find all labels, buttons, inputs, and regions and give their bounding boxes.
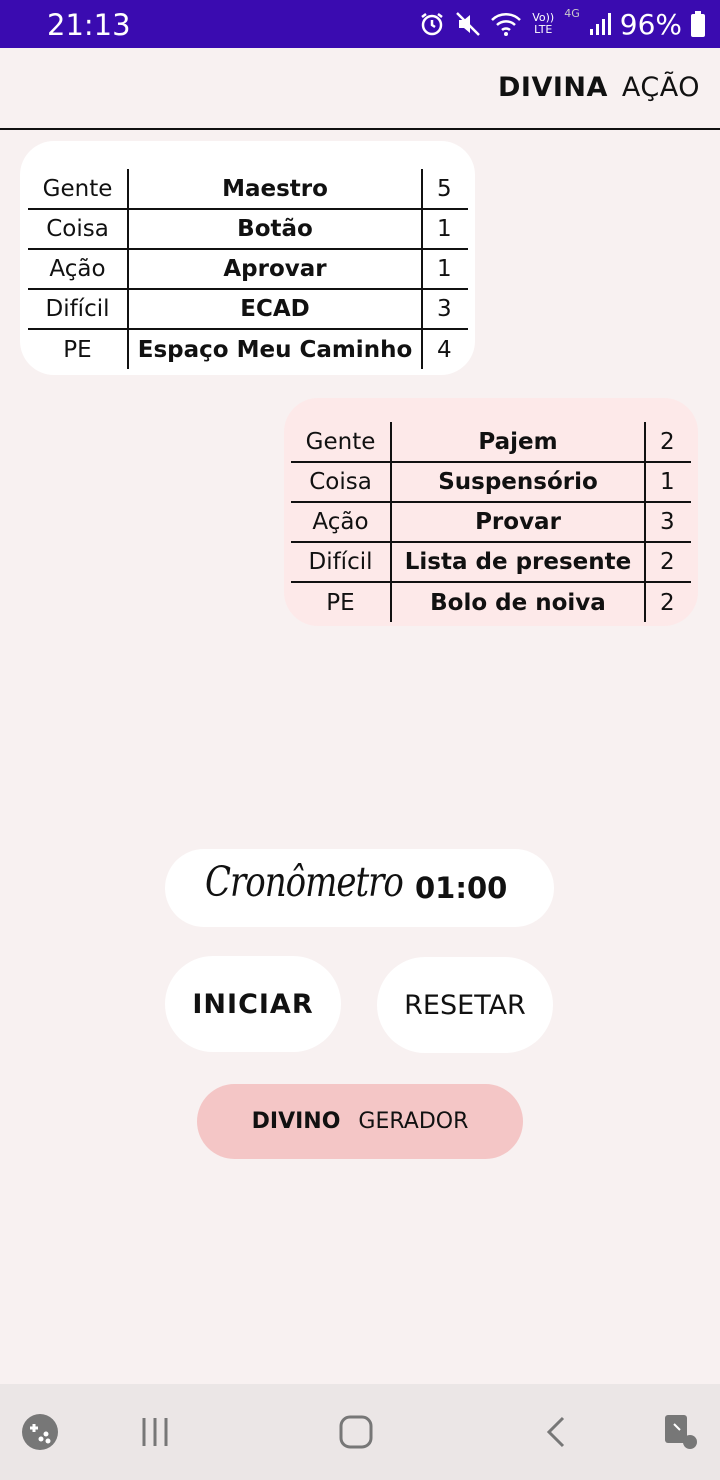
row-category: Ação <box>291 501 391 542</box>
row-points: 2 <box>645 581 691 622</box>
table-row: Gente Pajem 2 <box>291 422 691 462</box>
row-points: 1 <box>422 248 468 289</box>
row-category: Gente <box>42 175 113 202</box>
game-launcher-icon[interactable] <box>16 1408 64 1456</box>
status-icons: Vo)) LTE 4G 96% <box>418 7 706 41</box>
4g-icon: 4G <box>564 7 580 20</box>
row-points: 4 <box>422 328 468 369</box>
start-button[interactable]: INICIAR <box>165 956 341 1052</box>
row-category: Difícil <box>28 288 128 329</box>
row-points: 1 <box>422 208 468 249</box>
row-category: PE <box>28 328 128 369</box>
table-row: Ação Aprovar 1 <box>28 248 468 289</box>
row-category: Coisa <box>291 461 391 502</box>
row-category: Ação <box>28 248 128 289</box>
table-row: Coisa Suspensório 1 <box>291 461 691 502</box>
app-title-bold: DIVINA <box>497 72 608 103</box>
table-row: Difícil ECAD 3 <box>28 288 468 329</box>
table-row: Coisa Botão 1 <box>28 208 468 249</box>
row-word: Espaço Meu Caminho <box>127 328 423 369</box>
row-word: Suspensório <box>390 461 646 502</box>
signal-icon <box>588 11 612 37</box>
word-card-1[interactable]: Gente Maestro 5 Coisa Botão 1 Ação Aprovar 1 Difí… <box>20 141 475 375</box>
table-row: PE Bolo de noiva 2 <box>291 581 691 622</box>
table-row: Difícil Lista de presente 2 <box>291 541 691 582</box>
home-icon[interactable] <box>332 1408 380 1456</box>
row-points: 3 <box>645 501 691 542</box>
row-word: Lista de presente <box>390 541 646 582</box>
app-title-rest: AÇÃO <box>621 72 700 103</box>
row-points: 5 <box>437 175 452 202</box>
timer-value: 01:00 <box>415 871 508 905</box>
battery-icon <box>690 10 706 38</box>
table-row: PE Espaço Meu Caminho 4 <box>28 328 468 369</box>
generator-label-rest: GERADOR <box>358 1109 469 1134</box>
row-word: Bolo de noiva <box>390 581 646 622</box>
row-points: 2 <box>645 541 691 582</box>
word-table-1: Gente Maestro 5 Coisa Botão 1 Ação Aprovar 1 Difí… <box>28 169 468 369</box>
word-card-2[interactable]: Gente Pajem 2 Coisa Suspensório 1 Ação Provar 3 D… <box>284 398 698 626</box>
row-word: Botão <box>127 208 423 249</box>
row-points: 1 <box>645 461 691 502</box>
back-icon[interactable] <box>534 1408 582 1456</box>
generator-button[interactable]: DIVINO GERADOR <box>197 1084 523 1159</box>
row-points: 2 <box>660 428 675 455</box>
wifi-icon <box>490 10 522 38</box>
table-row: Gente Maestro 5 <box>28 169 468 209</box>
app-title: DIVINA AÇÃO <box>498 72 700 103</box>
assistant-touch-icon[interactable] <box>656 1408 704 1456</box>
row-category: PE <box>291 581 391 622</box>
status-bar: 21:13 Vo)) LTE 4G 96% <box>0 0 720 48</box>
row-word: ECAD <box>127 288 423 329</box>
row-category: Coisa <box>28 208 128 249</box>
volte-icon: Vo)) LTE <box>532 11 555 36</box>
app-header: DIVINA AÇÃO <box>0 48 720 130</box>
timer-label: Cronômetro <box>205 859 404 907</box>
row-word: Provar <box>390 501 646 542</box>
word-table-2: Gente Pajem 2 Coisa Suspensório 1 Ação Provar 3 D… <box>291 422 691 622</box>
recent-apps-icon[interactable] <box>131 1408 179 1456</box>
row-points: 3 <box>422 288 468 329</box>
navigation-bar <box>0 1384 720 1480</box>
row-word: Maestro <box>127 169 423 209</box>
reset-button[interactable]: RESETAR <box>377 957 553 1053</box>
alarm-icon <box>418 10 446 38</box>
status-time: 21:13 <box>47 8 131 42</box>
timer-display: Cronômetro 01:00 <box>165 849 554 927</box>
generator-label-bold: DIVINO <box>251 1109 341 1134</box>
row-word: Pajem <box>390 422 646 462</box>
row-category: Difícil <box>291 541 391 582</box>
row-category: Gente <box>305 428 376 455</box>
battery-percentage: 96% <box>619 7 682 41</box>
row-word: Aprovar <box>127 248 423 289</box>
table-row: Ação Provar 3 <box>291 501 691 542</box>
mute-icon <box>454 10 482 38</box>
